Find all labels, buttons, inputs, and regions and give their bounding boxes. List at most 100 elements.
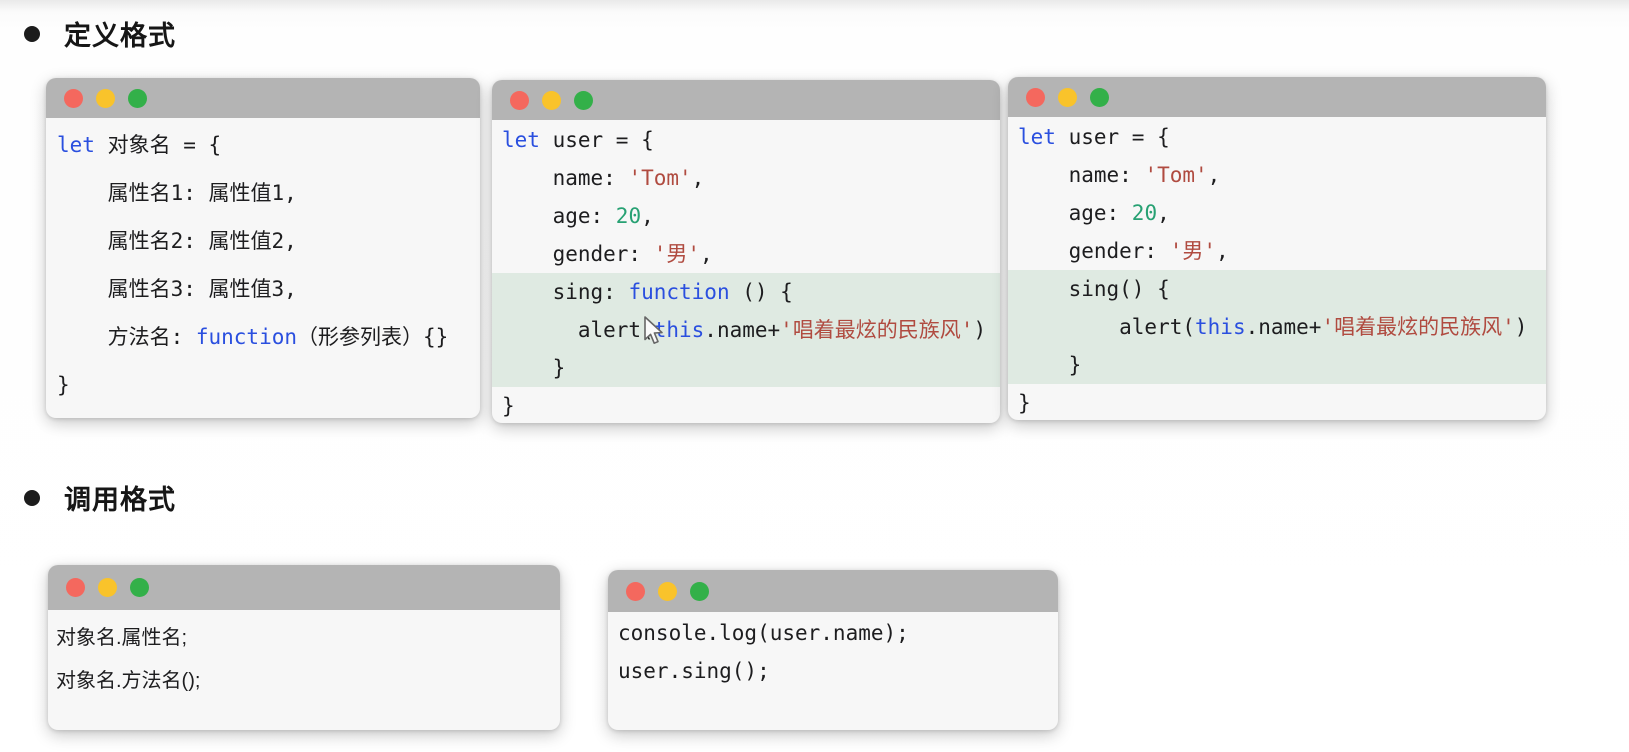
code-token-plain: ) bbox=[1515, 315, 1528, 339]
maximize-button[interactable] bbox=[690, 582, 709, 601]
code-line: gender: '男', bbox=[1008, 232, 1546, 270]
window-titlebar bbox=[46, 78, 480, 118]
code-token-plain: 对象名.方法名(); bbox=[56, 670, 200, 692]
code-token-keyword: function bbox=[628, 280, 729, 304]
code-token-string: '唱着最炫的民族风' bbox=[780, 318, 973, 342]
code-token-plain: , bbox=[1216, 239, 1229, 263]
code-token-plain: .name+ bbox=[1246, 315, 1322, 339]
code-line: } bbox=[1008, 346, 1546, 384]
code-token-plain: .name+ bbox=[704, 318, 780, 342]
close-button[interactable] bbox=[66, 578, 85, 597]
code-token-plain: } bbox=[1018, 353, 1081, 377]
code-token-keyword: let bbox=[502, 128, 540, 152]
code-token-plain: , bbox=[700, 242, 713, 266]
code-token-plain: , bbox=[1208, 163, 1221, 187]
code-token-plain: user = { bbox=[1056, 125, 1170, 149]
code-content: let user = { name: 'Tom', age: 20, gende… bbox=[492, 120, 1000, 423]
code-token-plain: console.log(user.name); bbox=[618, 621, 909, 645]
code-token-plain: 方法名: bbox=[57, 325, 196, 349]
code-token-number: 20 bbox=[1132, 201, 1157, 225]
code-token-plain: } bbox=[57, 373, 70, 397]
window-titlebar bbox=[492, 80, 1000, 120]
code-token-plain: age: bbox=[1018, 201, 1132, 225]
code-token-plain: user.sing(); bbox=[618, 659, 770, 683]
code-token-plain: sing() { bbox=[1018, 277, 1170, 301]
close-button[interactable] bbox=[510, 91, 529, 110]
code-token-plain: gender: bbox=[502, 242, 654, 266]
maximize-button[interactable] bbox=[128, 89, 147, 108]
code-line: sing() { bbox=[1008, 270, 1546, 308]
maximize-button[interactable] bbox=[574, 91, 593, 110]
code-token-string: '唱着最炫的民族风' bbox=[1321, 315, 1514, 339]
code-line: let user = { bbox=[1008, 118, 1546, 156]
code-line: alert(this.name+'唱着最炫的民族风') bbox=[492, 311, 1000, 349]
code-line: age: 20, bbox=[492, 197, 1000, 235]
window-titlebar bbox=[1008, 77, 1546, 117]
code-content: let user = { name: 'Tom', age: 20, gende… bbox=[1008, 117, 1546, 420]
code-token-plain: , bbox=[641, 204, 654, 228]
code-token-keyword: this bbox=[1195, 315, 1246, 339]
code-token-plain: name: bbox=[1018, 163, 1144, 187]
code-token-plain: age: bbox=[502, 204, 616, 228]
close-button[interactable] bbox=[1026, 88, 1045, 107]
code-token-string: 'Tom' bbox=[1144, 163, 1207, 187]
code-token-string: 'Tom' bbox=[628, 166, 691, 190]
code-line: } bbox=[492, 349, 1000, 387]
code-line: } bbox=[1008, 384, 1546, 420]
code-token-plain: alert( bbox=[1018, 315, 1195, 339]
code-window-call-example: console.log(user.name); user.sing(); bbox=[608, 570, 1058, 730]
code-token-plain: sing: bbox=[502, 280, 628, 304]
code-window-user-function: let user = { name: 'Tom', age: 20, gende… bbox=[492, 80, 1000, 423]
code-line: user.sing(); bbox=[618, 652, 1058, 690]
code-window-user-shorthand: let user = { name: 'Tom', age: 20, gende… bbox=[1008, 77, 1546, 420]
code-line: 属性名3: 属性值3, bbox=[57, 265, 480, 313]
code-token-plain: ) bbox=[973, 318, 986, 342]
code-token-plain: } bbox=[502, 356, 565, 380]
code-token-string: '男' bbox=[654, 242, 700, 266]
bullet-icon bbox=[24, 26, 40, 42]
code-token-keyword: function bbox=[196, 325, 297, 349]
close-button[interactable] bbox=[64, 89, 83, 108]
code-content: console.log(user.name); user.sing(); bbox=[608, 612, 1058, 690]
code-token-plain: () { bbox=[730, 280, 793, 304]
bullet-icon bbox=[24, 490, 40, 506]
code-line: 属性名2: 属性值2, bbox=[57, 217, 480, 265]
code-line: name: 'Tom', bbox=[492, 159, 1000, 197]
code-token-plain: 对象名 = { bbox=[95, 133, 221, 157]
code-line: let 对象名 = { bbox=[57, 121, 480, 169]
minimize-button[interactable] bbox=[98, 578, 117, 597]
section-title: 调用格式 bbox=[64, 478, 176, 517]
code-token-plain: , bbox=[692, 166, 705, 190]
code-token-plain: 属性名1: 属性值1, bbox=[57, 181, 297, 205]
code-token-plain: name: bbox=[502, 166, 628, 190]
code-token-plain: user = { bbox=[540, 128, 654, 152]
window-titlebar bbox=[608, 570, 1058, 612]
code-line: 对象名.方法名(); bbox=[56, 660, 560, 703]
code-token-keyword: let bbox=[57, 133, 95, 157]
minimize-button[interactable] bbox=[1058, 88, 1077, 107]
code-token-plain: } bbox=[1018, 391, 1031, 415]
code-token-plain: gender: bbox=[1018, 239, 1170, 263]
minimize-button[interactable] bbox=[542, 91, 561, 110]
code-token-plain: 对象名.属性名; bbox=[56, 627, 187, 649]
maximize-button[interactable] bbox=[130, 578, 149, 597]
code-line: name: 'Tom', bbox=[1008, 156, 1546, 194]
minimize-button[interactable] bbox=[96, 89, 115, 108]
code-line: } bbox=[57, 361, 480, 409]
code-window-object-syntax: let 对象名 = { 属性名1: 属性值1, 属性名2: 属性值2, 属性名3… bbox=[46, 78, 480, 418]
code-token-keyword: let bbox=[1018, 125, 1056, 149]
code-token-plain: 属性名3: 属性值3, bbox=[57, 277, 297, 301]
code-line: console.log(user.name); bbox=[618, 614, 1058, 652]
maximize-button[interactable] bbox=[1090, 88, 1109, 107]
code-token-plain: } bbox=[502, 394, 515, 418]
section-header-definition: 定义格式 bbox=[24, 14, 176, 53]
code-content: 对象名.属性名; 对象名.方法名(); bbox=[48, 610, 560, 703]
minimize-button[interactable] bbox=[658, 582, 677, 601]
code-token-string: '男' bbox=[1170, 239, 1216, 263]
slide-page: 定义格式 let 对象名 = { 属性名1: 属性值1, 属性名2: 属性值2,… bbox=[0, 0, 1629, 752]
code-line: sing: function () { bbox=[492, 273, 1000, 311]
section-title: 定义格式 bbox=[64, 14, 176, 53]
window-titlebar bbox=[48, 565, 560, 610]
code-line: let user = { bbox=[492, 121, 1000, 159]
close-button[interactable] bbox=[626, 582, 645, 601]
